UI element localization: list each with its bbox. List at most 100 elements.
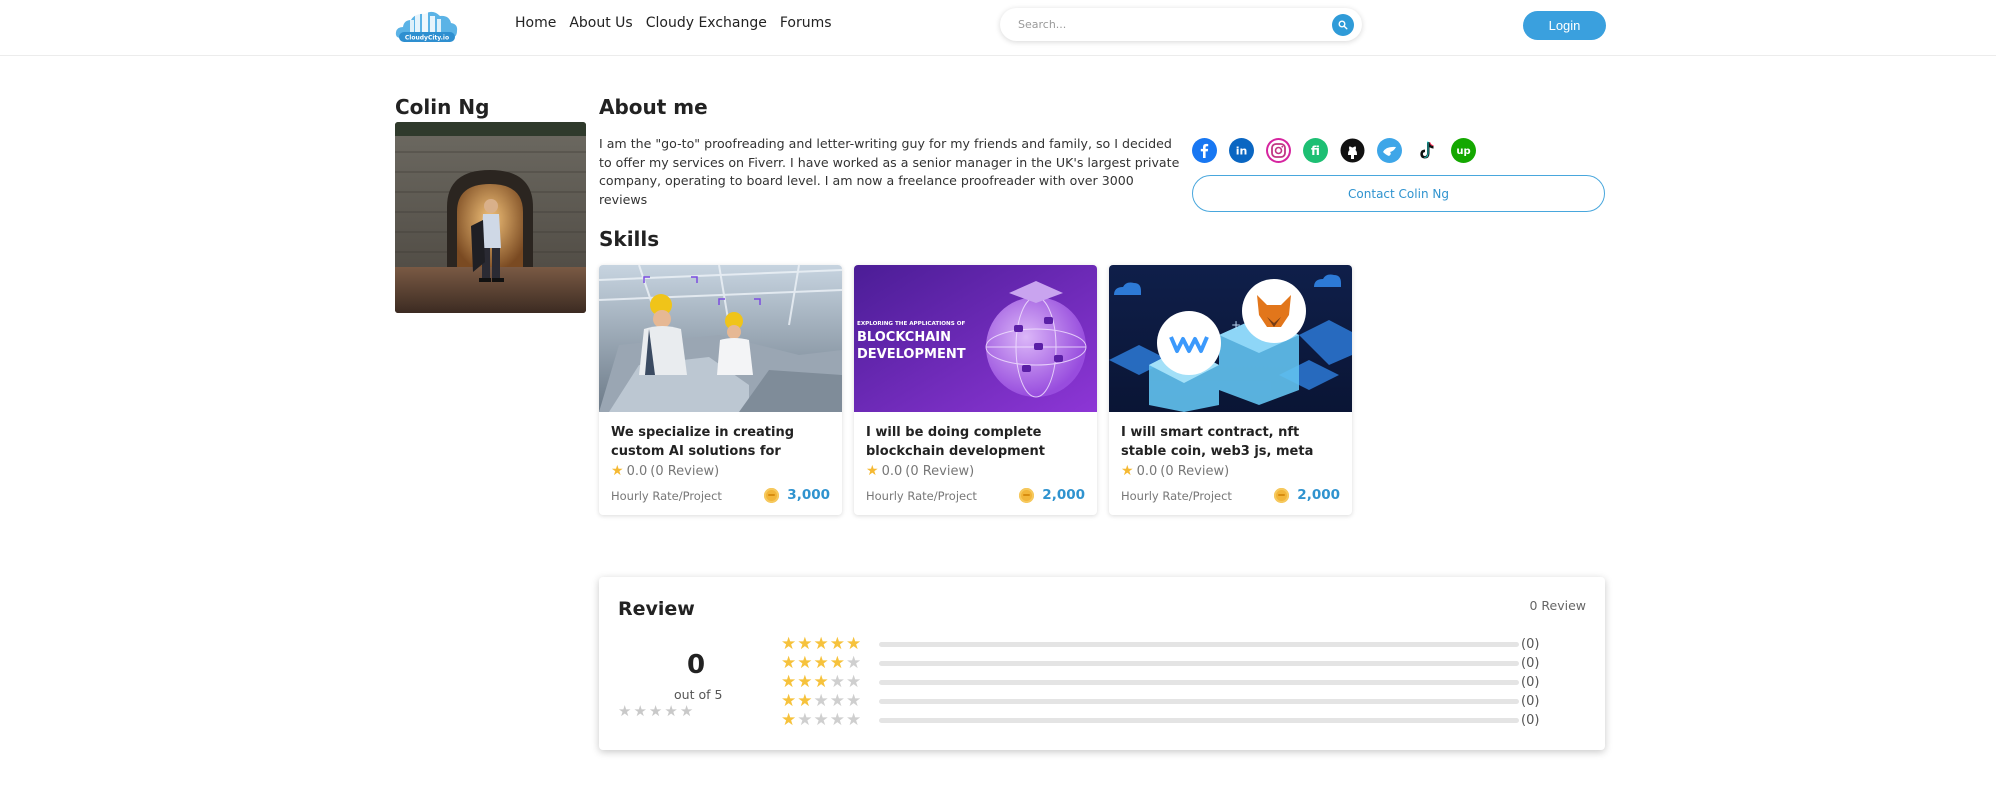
- rating-row-bar: [879, 661, 1519, 666]
- rating-row-count: (0): [1521, 656, 1540, 671]
- star-icon: ★: [1121, 463, 1134, 479]
- search-button[interactable]: [1332, 14, 1354, 36]
- login-button[interactable]: Login: [1523, 11, 1606, 40]
- star-icon: ★: [679, 702, 694, 720]
- nav-forums[interactable]: Forums: [780, 15, 832, 31]
- blockchain-image-text-3: DEVELOPMENT: [857, 347, 966, 362]
- profile-photo: [395, 122, 586, 313]
- rating-row-bar: [879, 699, 1519, 704]
- svg-text:up: up: [1456, 146, 1470, 157]
- about-title: About me: [599, 95, 708, 119]
- search-bar: [1000, 8, 1362, 41]
- rating-value: 0.0: [626, 463, 648, 479]
- tiktok-icon[interactable]: [1414, 138, 1439, 163]
- skills-title: Skills: [599, 227, 660, 251]
- skill-card-rating: ★ 0.0 (0 Review): [866, 463, 974, 479]
- star-icon: ★: [846, 672, 862, 692]
- about-text: I am the "go-to" proofreading and letter…: [599, 136, 1180, 207]
- rating-row-bar: [879, 680, 1519, 685]
- star-icon: ★: [866, 463, 879, 479]
- contact-button[interactable]: Contact Colin Ng: [1192, 175, 1605, 212]
- coin-icon: [1274, 487, 1290, 503]
- star-icon: ★: [813, 672, 829, 692]
- search-icon: [1338, 20, 1348, 30]
- star-icon: ★: [781, 653, 797, 673]
- star-icon: ★: [813, 634, 829, 654]
- star-icon: ★: [664, 702, 678, 720]
- coin-icon: [1019, 487, 1035, 503]
- skill-card[interactable]: EXPLORING THE APPLICATIONS OF BLOCKCHAIN…: [854, 265, 1097, 515]
- rating-row-count: (0): [1521, 694, 1540, 709]
- star-icon: ★: [846, 691, 862, 711]
- review-count: (0 Review): [650, 463, 720, 479]
- skill-card-title: I will be doing complete blockchain deve…: [866, 425, 1045, 459]
- price-value: 3,000: [787, 487, 830, 503]
- star-icon: ★: [648, 702, 663, 720]
- star-icon: ★: [846, 653, 862, 673]
- coin-icon: [764, 487, 780, 503]
- rating-value: 0.0: [1136, 463, 1158, 479]
- rating-row-stars: ★ ★ ★ ★ ★: [781, 712, 877, 729]
- star-icon: ★: [797, 653, 813, 673]
- rating-breakdown: ★ ★ ★ ★ ★ (0) ★ ★ ★ ★ ★ (0) ★ ★ ★ ★ ★ (0) ★ ★ ★ ★ ★ (0) ★ ★ ★ ★ ★ (0): [781, 635, 1539, 730]
- average-rating: 0: [686, 650, 706, 680]
- linkedin-icon[interactable]: in: [1229, 138, 1254, 163]
- review-title: Review: [618, 598, 695, 620]
- skill-card-title: I will smart contract, nft stable coin, …: [1121, 425, 1314, 459]
- skill-card-price: 2,000: [1019, 487, 1085, 503]
- nav-about-us[interactable]: About Us: [569, 15, 632, 31]
- skill-card-rating: ★ 0.0 (0 Review): [1121, 463, 1229, 479]
- star-icon: ★: [813, 691, 829, 711]
- github-icon[interactable]: [1340, 138, 1365, 163]
- star-icon: ★: [781, 672, 797, 692]
- star-icon: ★: [829, 634, 845, 654]
- rate-label: Hourly Rate/Project: [1121, 489, 1232, 503]
- star-icon: ★: [813, 653, 829, 673]
- rating-row-stars: ★ ★ ★ ★ ★: [781, 636, 877, 653]
- rating-row-bar: [879, 718, 1519, 723]
- skill-image-blockchain: EXPLORING THE APPLICATIONS OF BLOCKCHAIN…: [854, 265, 1097, 412]
- star-icon: ★: [797, 691, 813, 711]
- review-count: (0 Review): [1160, 463, 1230, 479]
- rating-row-count: (0): [1521, 637, 1540, 652]
- blockchain-image-text-2: BLOCKCHAIN: [857, 330, 951, 345]
- facebook-icon[interactable]: [1192, 138, 1217, 163]
- skill-card-price: 3,000: [764, 487, 830, 503]
- nav-home[interactable]: Home: [515, 15, 556, 31]
- svg-text:fi: fi: [1311, 144, 1320, 158]
- price-value: 2,000: [1042, 487, 1085, 503]
- skill-card[interactable]: We specialize in creating custom AI solu…: [599, 265, 842, 515]
- star-icon: ★: [797, 634, 813, 654]
- blockchain-image-text-1: EXPLORING THE APPLICATIONS OF: [857, 321, 965, 327]
- svg-text:in: in: [1236, 145, 1248, 158]
- rating-row-stars: ★ ★ ★ ★ ★: [781, 674, 877, 691]
- svg-text:+: +: [1231, 318, 1241, 332]
- profile-name: Colin Ng: [395, 95, 490, 119]
- nav-cloudy-exchange[interactable]: Cloudy Exchange: [646, 15, 767, 31]
- main-nav: Home About Us Cloudy Exchange Forums: [515, 15, 832, 31]
- out-of-label: out of 5: [674, 687, 723, 702]
- skill-card-rating: ★ 0.0 (0 Review): [611, 463, 719, 479]
- rating-row-2: ★ ★ ★ ★ ★ (0): [781, 692, 1539, 711]
- cloudycity-logo[interactable]: CloudyCity.io: [395, 5, 459, 45]
- skill-card[interactable]: + I will smart contract, nft stable coin…: [1109, 265, 1352, 515]
- review-total-count: 0 Review: [1529, 598, 1586, 613]
- star-icon: ★: [829, 653, 845, 673]
- instagram-icon[interactable]: [1266, 138, 1291, 163]
- top-header: CloudyCity.io Home About Us Cloudy Excha…: [0, 0, 1996, 56]
- upwork-icon[interactable]: up: [1451, 138, 1476, 163]
- rating-row-count: (0): [1521, 713, 1540, 728]
- skill-card-title: We specialize in creating custom AI solu…: [611, 425, 795, 459]
- average-stars: ★ ★ ★ ★ ★: [618, 702, 693, 720]
- rating-row-4: ★ ★ ★ ★ ★ (0): [781, 654, 1539, 673]
- social-links: in fi up: [1192, 138, 1476, 163]
- star-icon: ★: [829, 710, 845, 730]
- price-value: 2,000: [1297, 487, 1340, 503]
- search-input[interactable]: [1018, 15, 1308, 34]
- star-icon: ★: [797, 710, 813, 730]
- rating-row-5: ★ ★ ★ ★ ★ (0): [781, 635, 1539, 654]
- bluesky-icon[interactable]: [1377, 138, 1402, 163]
- star-icon: ★: [611, 463, 624, 479]
- fiverr-icon[interactable]: fi: [1303, 138, 1328, 163]
- skill-card-price: 2,000: [1274, 487, 1340, 503]
